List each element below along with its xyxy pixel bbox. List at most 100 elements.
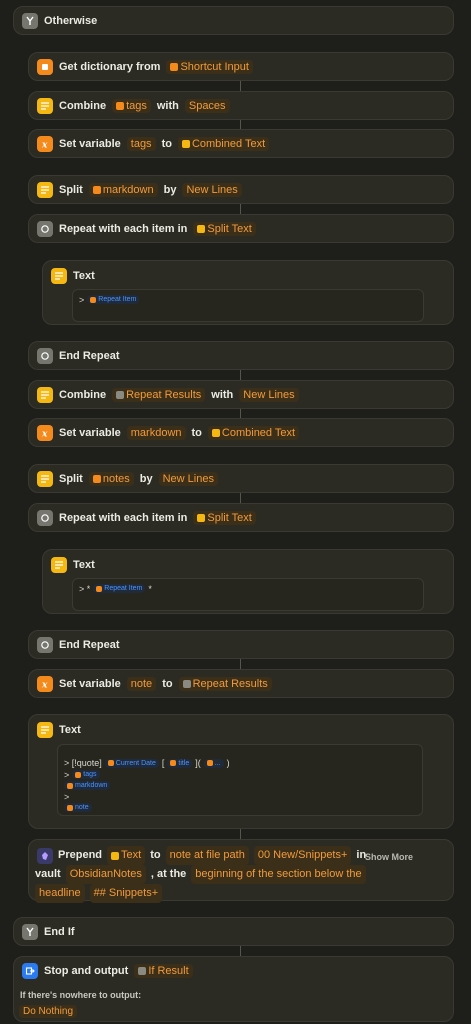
bracket-paren: ]( [195, 758, 201, 768]
set-variable-note-action[interactable]: x Set variable note to Repeat Results [28, 669, 454, 698]
connector-line [240, 204, 241, 214]
text-lines-icon [37, 721, 53, 738]
if-result-token[interactable]: If Result [134, 964, 193, 978]
by-label: by [163, 183, 177, 196]
combine-tags-action[interactable]: Combine tags with Spaces [28, 91, 454, 120]
repeat-item-token[interactable]: Repeat Item [93, 584, 146, 593]
text-content-box[interactable]: > * Repeat Item * [72, 578, 424, 611]
text-content-box[interactable]: > [!quote] Current Date [ title ]( ... )… [57, 744, 423, 816]
paren-close: ) [226, 758, 230, 768]
target-token[interactable]: note at file path [165, 846, 249, 865]
text-lines-icon [51, 267, 67, 284]
current-date-token[interactable]: Current Date [104, 758, 159, 768]
stop-output-action[interactable]: Stop and output If Result If there's now… [13, 956, 454, 1022]
new-lines-token[interactable]: New Lines [239, 387, 299, 402]
variable-name-token[interactable]: note [126, 676, 157, 691]
calendar-icon [107, 760, 114, 766]
split-text-token[interactable]: Split Text [193, 510, 256, 525]
do-nothing-token[interactable]: Do Nothing [19, 1005, 78, 1018]
set-variable-markdown-action[interactable]: x Set variable markdown to Combined Text [28, 418, 454, 447]
otherwise-label: Otherwise [44, 14, 98, 27]
connector-line [240, 493, 241, 503]
in-label: in [356, 849, 367, 861]
title-token[interactable]: title [167, 758, 193, 768]
shortcut-input-icon [170, 62, 179, 71]
repeat-results-token[interactable]: Repeat Results [112, 387, 206, 402]
note-token[interactable]: note [64, 803, 92, 812]
get-dictionary-label: Get dictionary from [59, 60, 161, 73]
if-result-icon [138, 967, 147, 975]
text-icon [111, 851, 120, 860]
quote-prefix: > [64, 769, 70, 780]
new-lines-token[interactable]: New Lines [158, 471, 218, 486]
quote-prefix: > * [79, 583, 91, 594]
variable-icon [92, 185, 101, 194]
variable-name-token[interactable]: tags [126, 136, 156, 151]
end-repeat-action[interactable]: End Repeat [28, 341, 454, 370]
repeat-label: Repeat with each item in [59, 222, 188, 235]
repeat-results-token[interactable]: Repeat Results [178, 676, 272, 691]
combine-label: Combine [59, 99, 107, 112]
position-token[interactable]: beginning of the section below the [191, 865, 366, 884]
split-text-token[interactable]: Split Text [193, 221, 256, 236]
new-lines-token[interactable]: New Lines [182, 182, 242, 197]
markdown-variable-token[interactable]: markdown [88, 182, 158, 197]
variable-icon [67, 804, 73, 811]
combined-text-token[interactable]: Combined Text [207, 425, 300, 440]
combined-text-icon [181, 139, 190, 148]
heading-token[interactable]: ## Snippets+ [89, 884, 163, 903]
combined-text-token[interactable]: Combined Text [177, 136, 270, 151]
text-content-box[interactable]: > Repeat Item [72, 289, 424, 322]
split-label: Split [59, 183, 83, 196]
spaces-separator-token[interactable]: Spaces [184, 98, 230, 113]
connector-line [240, 81, 241, 91]
set-variable-label: Set variable [59, 137, 121, 150]
repeat-item-token[interactable]: Repeat Item [87, 295, 140, 304]
headline-token[interactable]: headline [35, 884, 85, 903]
connector-line [240, 409, 241, 418]
bracket-open: [ [161, 758, 165, 768]
vault-token[interactable]: ObsidianNotes [65, 865, 146, 884]
split-text-icon [197, 224, 206, 233]
url-token[interactable]: ... [203, 758, 224, 768]
variable-x-icon: x [37, 675, 53, 692]
repeat-each-action[interactable]: Repeat with each item in Split Text [28, 214, 454, 243]
combine-results-action[interactable]: Combine Repeat Results with New Lines [28, 380, 454, 409]
quote-prefix: > [79, 294, 85, 305]
to-label: to [161, 137, 172, 150]
connector-line [240, 120, 241, 129]
variable-icon [75, 771, 82, 778]
split-markdown-action[interactable]: Split markdown by New Lines [28, 175, 454, 204]
end-repeat-label: End Repeat [59, 638, 120, 651]
markdown-token[interactable]: markdown [64, 781, 111, 790]
split-notes-action[interactable]: Split notes by New Lines [28, 464, 454, 493]
prepend-action[interactable]: Show More Prepend Text to note at file p… [28, 839, 454, 903]
end-repeat-action[interactable]: End Repeat [28, 630, 454, 659]
tags-token[interactable]: tags [72, 770, 100, 779]
text-token[interactable]: Text [107, 846, 146, 865]
variable-icon [67, 782, 73, 789]
quote-prefix: > [64, 791, 70, 802]
repeat-icon [37, 220, 53, 237]
tags-variable-token[interactable]: tags [112, 98, 151, 113]
to-label: to [191, 426, 202, 439]
variable-name-token[interactable]: markdown [126, 425, 186, 440]
repeat-icon [37, 347, 53, 364]
file-path-token[interactable]: 00 New/Snippets+ [253, 846, 352, 865]
at-the-label: , at the [150, 868, 187, 880]
notes-variable-token[interactable]: notes [88, 471, 134, 486]
text-lines-icon [37, 97, 53, 114]
get-dictionary-action[interactable]: Get dictionary from Shortcut Input [28, 52, 454, 81]
stop-output-icon [22, 963, 38, 979]
variable-icon [206, 760, 213, 766]
shortcut-input-token[interactable]: Shortcut Input [166, 59, 253, 74]
end-repeat-label: End Repeat [59, 349, 120, 362]
variable-icon [116, 101, 125, 110]
italic-suffix: * [148, 583, 152, 594]
repeat-icon [37, 636, 53, 653]
repeat-each-action[interactable]: Repeat with each item in Split Text [28, 503, 454, 532]
otherwise-block[interactable]: Otherwise [13, 6, 454, 35]
end-if-action[interactable]: End If [13, 917, 454, 946]
text-label: Text [73, 558, 95, 571]
set-variable-tags-action[interactable]: x Set variable tags to Combined Text [28, 129, 454, 158]
